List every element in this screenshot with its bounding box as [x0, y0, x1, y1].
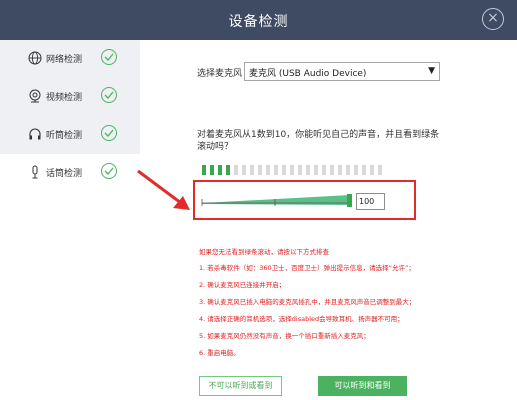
level-segment — [226, 165, 230, 175]
volume-slider[interactable] — [200, 188, 352, 214]
pointer-arrow-icon — [137, 169, 190, 210]
sidebar-item-microphone[interactable]: 话筒检测 — [0, 154, 140, 192]
level-segment — [362, 165, 366, 175]
check-icon — [101, 125, 117, 141]
slider-thumb[interactable] — [347, 194, 352, 207]
level-segment — [266, 165, 270, 175]
help-step-5: 5. 如果麦克风仍然没有声音，换一个插口重新插入麦克风； — [199, 332, 370, 340]
level-segment — [210, 165, 214, 175]
close-icon: × — [487, 10, 499, 26]
level-segment — [370, 165, 374, 175]
level-segment — [258, 165, 262, 175]
help-step-2: 2. 确认麦克风已连接并开启； — [199, 281, 286, 289]
level-segment — [242, 165, 246, 175]
sidebar-item-label: 视频检测 — [46, 93, 83, 103]
level-segment — [274, 165, 278, 175]
level-segment — [234, 165, 238, 175]
level-segment — [290, 165, 294, 175]
level-segment — [250, 165, 254, 175]
sidebar-item-video[interactable]: 视频检测 — [0, 78, 124, 116]
title-bar: 设备检测 × — [0, 0, 517, 40]
level-segment — [314, 165, 318, 175]
level-segment — [282, 165, 286, 175]
headphones-icon — [29, 128, 41, 140]
level-segment — [322, 165, 326, 175]
can-hear-button[interactable]: 可以听到和看到 — [318, 376, 407, 396]
mic-select-value: 麦克风 (USB Audio Device) — [249, 69, 367, 79]
cannot-hear-button[interactable]: 不可以听到或看到 — [199, 376, 282, 396]
level-segment — [218, 165, 222, 175]
instruction-text: 对着麦克风从1数到10，你能听见自己的声音，并且看到绿条滚动吗？ — [197, 130, 440, 152]
close-button[interactable]: × — [482, 8, 504, 30]
check-icon — [101, 49, 117, 65]
help-step-1: 1. 若杀毒软件（如：360卫士，百度卫士）弹出提示信息，请选择“允许”； — [199, 264, 415, 272]
sidebar-item-label: 网络检测 — [46, 55, 83, 65]
level-segment — [298, 165, 302, 175]
help-step-6: 6. 重启电脑。 — [199, 349, 240, 357]
volume-value-field[interactable]: 100 — [356, 193, 385, 210]
sidebar-item-label: 听筒检测 — [46, 131, 83, 141]
help-title: 如果您无法看到绿条滚动，请按以下方式排查 — [199, 248, 329, 256]
help-step-3: 3. 确认麦克风已插入电脑的麦克风插孔中，并且麦克风声音已调整到最大； — [199, 298, 416, 306]
sidebar-item-label: 话筒检测 — [46, 169, 83, 179]
mic-select-dropdown[interactable]: 麦克风 (USB Audio Device) ▼ — [244, 62, 440, 81]
sidebar-item-network[interactable]: 网络检测 — [0, 40, 124, 78]
level-segment — [346, 165, 350, 175]
level-segment — [338, 165, 342, 175]
chevron-down-icon: ▼ — [428, 66, 435, 76]
check-icon — [101, 87, 117, 103]
globe-icon — [28, 51, 42, 65]
level-segment — [354, 165, 358, 175]
mic-select-label: 选择麦克风 — [197, 69, 243, 79]
level-segment — [330, 165, 334, 175]
sidebar-item-earpiece[interactable]: 听筒检测 — [0, 116, 124, 154]
webcam-icon — [29, 89, 41, 103]
window-title: 设备检测 — [228, 14, 289, 30]
check-icon — [101, 163, 117, 179]
microphone-icon — [32, 165, 38, 179]
level-segment — [378, 165, 382, 175]
level-segment — [306, 165, 310, 175]
help-step-4: 4. 请选择正确的耳机选项，选择disabled会导致耳机、扬声器不可用； — [199, 315, 404, 323]
level-segment — [202, 165, 206, 175]
